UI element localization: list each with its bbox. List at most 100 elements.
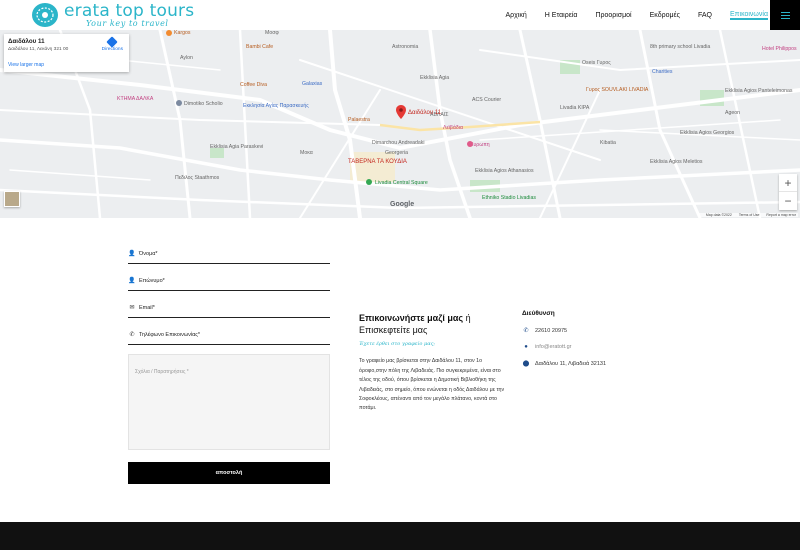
map-place-label: Dimarchou Andreadaki (372, 140, 425, 146)
map-place-label: Aylon (180, 55, 193, 61)
map-place-label: Georgeria (385, 150, 409, 156)
map-place-label: Ekklisia Agia (420, 75, 450, 81)
name-field[interactable]: 👤 Όνομα* (128, 244, 330, 264)
map-place-label: Palaestra (348, 117, 370, 123)
main-nav: Αρχική Η Εταιρεία Προορισμοί Εκδρομές FA… (488, 0, 768, 30)
email-field[interactable]: ✉ Email* (128, 298, 330, 318)
nav-excursions[interactable]: Εκδρομές (650, 12, 680, 19)
map-poi-dot (166, 30, 172, 36)
map-place-label: Livadia KIPA (560, 105, 590, 111)
chat-icon: ● (524, 344, 528, 350)
map-place-label: Ekklisia Agios Athanasios (475, 168, 534, 174)
envelope-icon: ✉ (129, 305, 135, 311)
map-place-label: Ekklisia Agios Meletios (650, 159, 703, 165)
logo-tagline: Your key to travel (86, 18, 169, 28)
map-place-label: Ethniko Stadio Livadias (482, 195, 536, 201)
contact-info: Επικοινωνήστε μαζί μας ή Επισκεφτείτε μα… (359, 312, 509, 414)
nav-company[interactable]: Η Εταιρεία (545, 12, 578, 19)
email-address[interactable]: info@eratott.gr (535, 344, 571, 350)
map-place-label: Hotel Philippos (762, 46, 797, 52)
map-place-label: Πεδιλος Staathmos (175, 175, 220, 181)
map-pin-label: Δαιδάλου 11 (408, 110, 442, 116)
location-pin-icon: ⬤ (522, 361, 530, 367)
map-place-label: Kargos (174, 30, 191, 36)
map-place-label: 8th primary school Livadia (650, 44, 711, 50)
shell-logo-icon (32, 3, 58, 27)
directions-icon (106, 36, 118, 48)
street-row: ⬤ Δαιδάλου 11, Λιβαδειά 32131 (522, 360, 692, 368)
map-place-label: Bambi Cafe (246, 44, 274, 50)
phone-label: Τηλέφωνο Επικοινωνίας* (139, 331, 201, 338)
map-place-label: Dimotiko Scholio (184, 101, 223, 107)
terms-link[interactable]: Terms of Use (739, 213, 760, 217)
map-place-label: ΤΑΒΕΡΝΑ ΤΑ ΚΟΥΔΙΑ (348, 159, 407, 165)
nav-contact[interactable]: Επικοινωνία (730, 11, 768, 20)
message-placeholder: Σχόλια / Παρατηρήσεις * (135, 369, 189, 375)
map-place-label: Kibatia (600, 140, 616, 146)
map-place-label: Ekklisia Agios Panteleimonas (725, 88, 793, 94)
nav-destinations[interactable]: Προορισμοί (595, 12, 631, 19)
map-place-label: ACS Courier (472, 97, 502, 103)
zoom-out-button[interactable]: − (779, 192, 797, 210)
google-map[interactable]: Kargos Bambi Cafe Aylon Coffee Diva ΚΤΗΜ… (0, 30, 800, 218)
user-icon: 👤 (128, 278, 136, 284)
map-place-label: Ekklisia Agia Paraskevi (210, 144, 264, 150)
zoom-controls: + − (779, 174, 797, 210)
name-label: Όνομα* (139, 250, 158, 257)
site-footer (0, 522, 800, 550)
contact-form: 👤 Όνομα* 👤 Επώνυμο* ✉ Email* ✆ Τηλέφωνο … (128, 244, 330, 484)
nav-home[interactable]: Αρχική (506, 12, 527, 19)
map-place-label: Εκκλησία Αγίας Παρασκευής (243, 103, 309, 109)
map-place-label: Charities (652, 69, 673, 75)
map-pin[interactable] (396, 105, 406, 124)
satellite-toggle[interactable] (4, 191, 20, 207)
contact-subtitle: Έχετε έρθει στο γραφείο μας; (359, 341, 436, 348)
email-row: ● info@eratott.gr (522, 344, 692, 350)
map-place-label: Μοσφ (265, 30, 279, 36)
report-error-link[interactable]: Report a map error (766, 213, 796, 217)
message-textarea[interactable]: Σχόλια / Παρατηρήσεις * (128, 354, 330, 450)
surname-field[interactable]: 👤 Επώνυμο* (128, 271, 330, 291)
nav-faq[interactable]: FAQ (698, 12, 712, 19)
map-info-card: Δαιδάλου 11 Δαιδάλου 11, Λεκάνη 321 00 V… (4, 34, 129, 72)
map-place-label: Astronomia (392, 44, 419, 50)
google-logo: Google (390, 201, 415, 208)
map-place-label: Μοκα (300, 150, 313, 156)
map-place-label: Λεϊβάδια (443, 125, 463, 131)
phone-number[interactable]: 22610 20975 (535, 328, 567, 334)
address-title: Διεύθυνση (522, 310, 555, 317)
directions-label: Directions (101, 47, 123, 52)
map-poi-dot (467, 141, 473, 147)
view-larger-map-link[interactable]: View larger map (8, 62, 44, 68)
map-poi-dot (366, 179, 372, 185)
map-place-label: Γυρος SOUVLAKI LIVADIA (586, 87, 649, 93)
zoom-in-button[interactable]: + (779, 174, 797, 192)
logo-title: erata top tours (64, 0, 195, 21)
map-place-label: Coffee Diva (240, 82, 268, 88)
map-place-label: Ekklisia Agios Georgios (680, 130, 735, 136)
phone-icon: ✆ (523, 328, 529, 334)
phone-row: ✆ 22610 20975 (522, 327, 692, 335)
phone-icon: ✆ (129, 332, 135, 338)
map-pin-icon (396, 105, 406, 119)
street-address: Δαιδάλου 11, Λιβαδειά 32131 (535, 360, 607, 367)
surname-label: Επώνυμο* (139, 277, 165, 284)
directions-button[interactable]: Directions (101, 36, 123, 52)
contact-heading: Επικοινωνήστε μαζί μας ή Επισκεφτείτε μα… (359, 312, 509, 336)
map-poi-dot (176, 100, 182, 106)
user-icon: 👤 (128, 251, 136, 257)
address-block: Διεύθυνση ✆ 22610 20975 ● info@eratott.g… (522, 310, 692, 367)
site-header: erata top tours Your key to travel Αρχικ… (0, 0, 800, 30)
site-logo[interactable]: erata top tours Your key to travel (30, 0, 194, 30)
map-attribution: Map data ©2022 Terms of Use Report a map… (697, 213, 798, 217)
email-label: Email* (139, 304, 155, 311)
phone-field[interactable]: ✆ Τηλέφωνο Επικοινωνίας* (128, 325, 330, 345)
map-place-label: Galaxias (302, 81, 323, 87)
map-place-label: Oseis Γυρος (582, 60, 611, 66)
hamburger-menu-icon[interactable] (770, 0, 800, 30)
map-data-label: Map data ©2022 (705, 213, 732, 217)
contact-body: Το γραφείο μας βρίσκεται στην Δαιδάλου 1… (359, 358, 505, 412)
map-place-label: Αgeon (725, 110, 741, 116)
map-place-label: ΚΤΗΜΑ ΔΑΛΚΑ (117, 96, 154, 102)
submit-button[interactable]: αποστολή (128, 462, 330, 484)
